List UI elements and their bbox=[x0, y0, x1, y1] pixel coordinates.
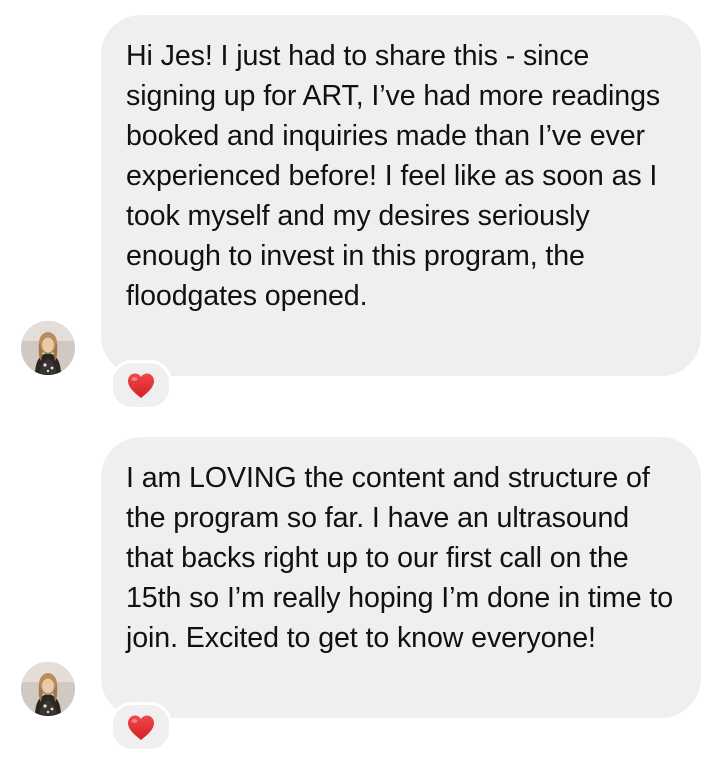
avatar-photo bbox=[21, 321, 75, 375]
message-text: Hi Jes! I just had to share this - since… bbox=[126, 40, 661, 312]
message-text: I am LOVING the content and structure of… bbox=[126, 462, 674, 654]
heart-icon bbox=[128, 373, 154, 398]
message-bubble[interactable]: Hi Jes! I just had to share this - since… bbox=[101, 15, 701, 376]
avatar[interactable] bbox=[21, 321, 75, 375]
heart-icon bbox=[128, 715, 154, 740]
message-bubble[interactable]: I am LOVING the content and structure of… bbox=[101, 437, 701, 718]
reaction-badge[interactable] bbox=[110, 702, 172, 752]
reaction-badge[interactable] bbox=[110, 360, 172, 410]
avatar-photo bbox=[21, 662, 75, 716]
avatar[interactable] bbox=[21, 662, 75, 716]
